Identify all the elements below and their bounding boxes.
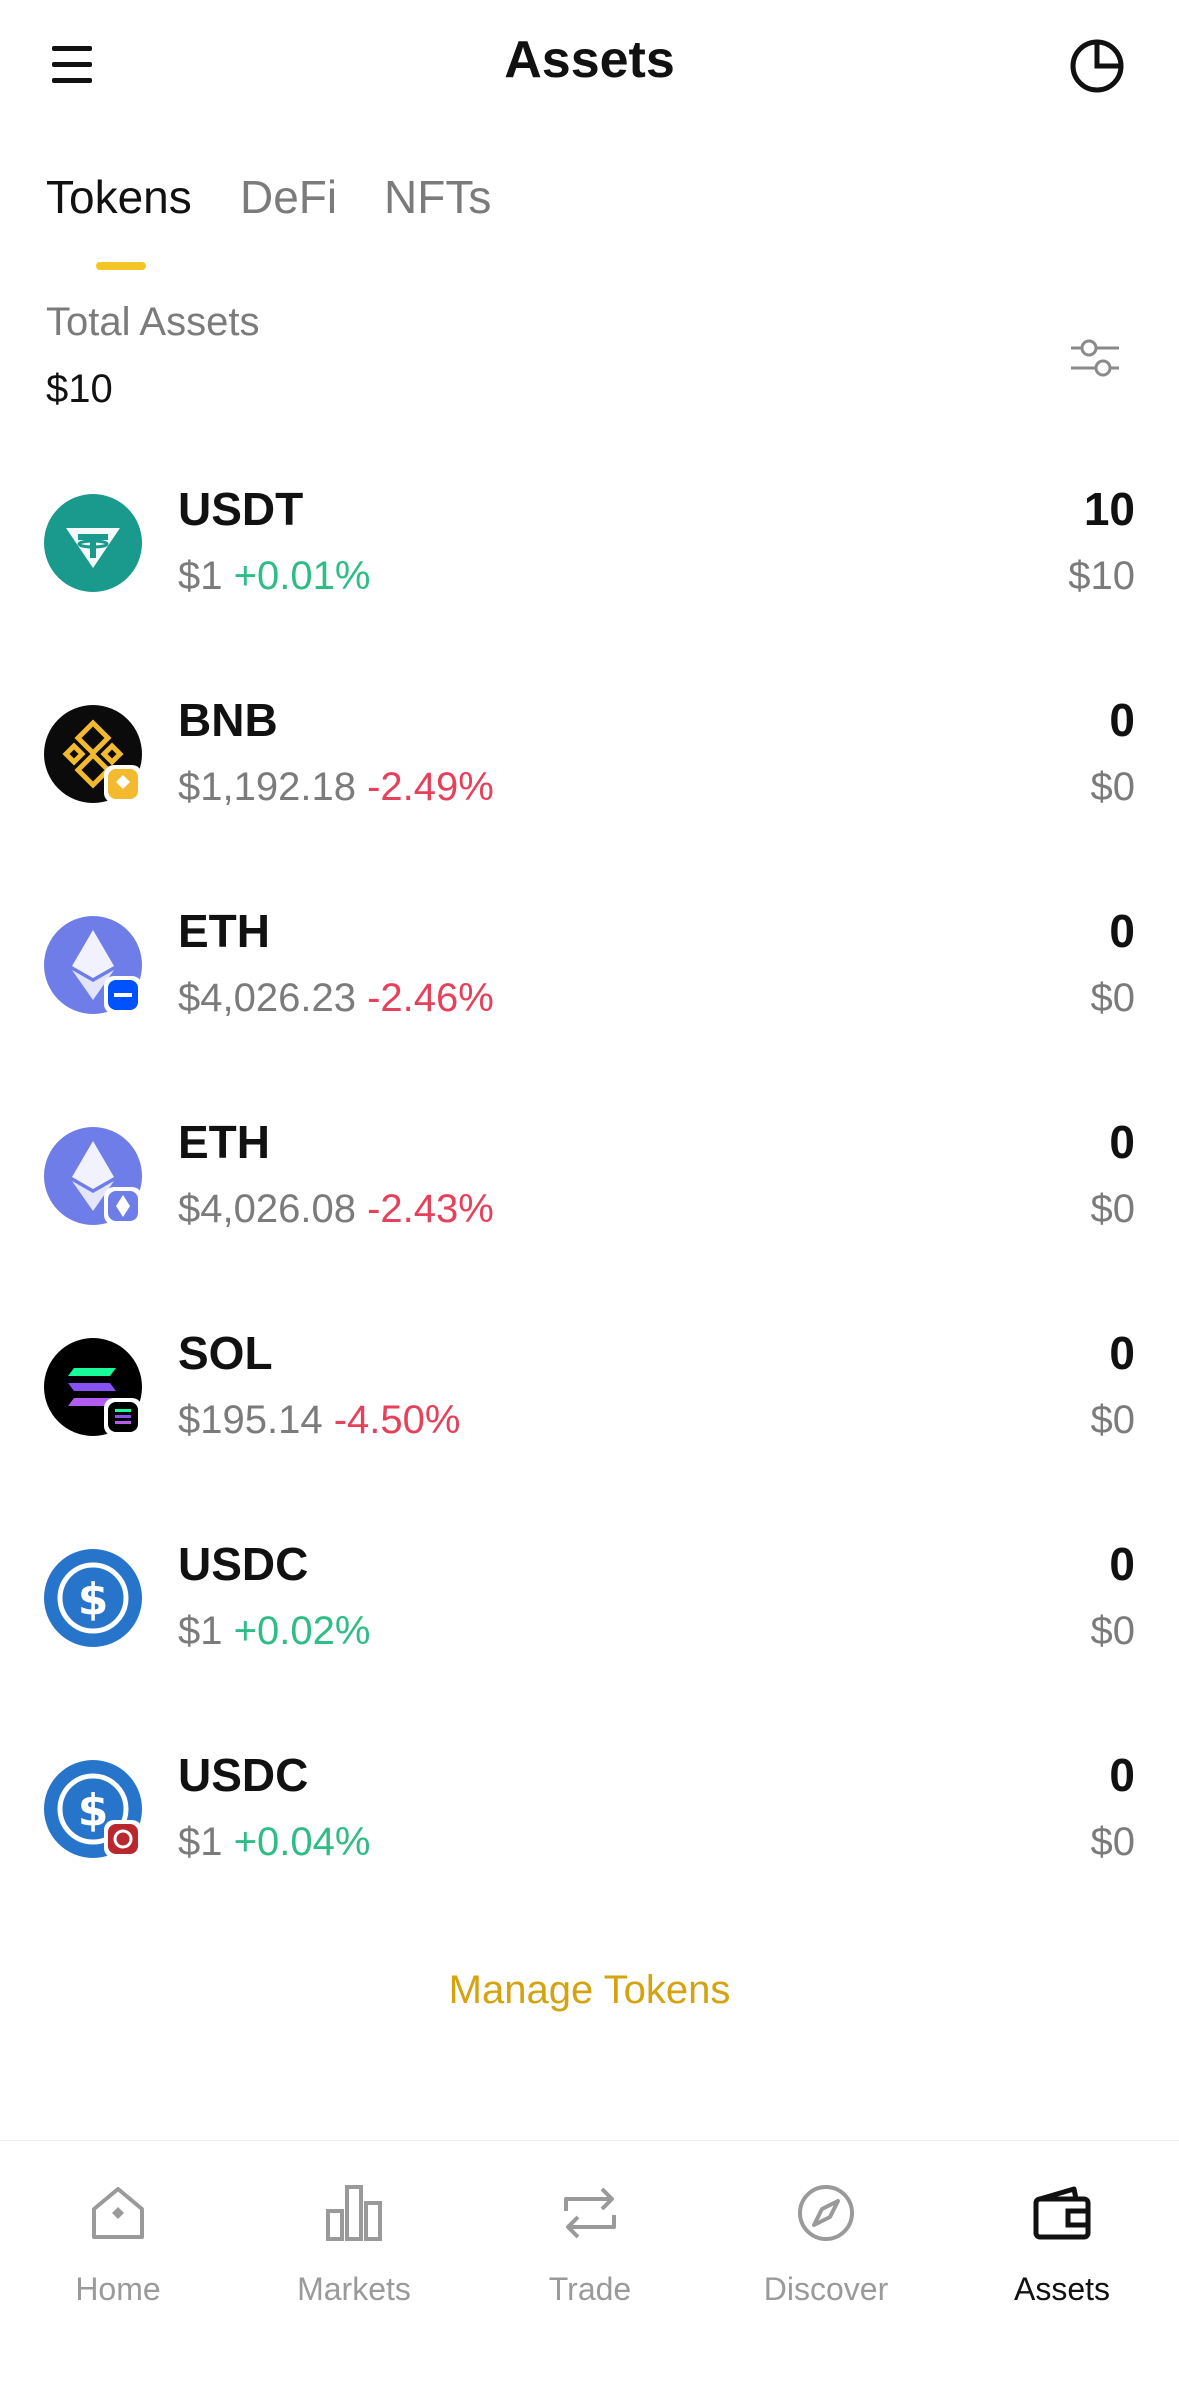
svg-text:$: $ [78,1574,109,1625]
token-price: $4,026.23 [178,976,356,1020]
nav-home-label: Home [75,2271,161,2307]
bar-chart-icon [326,2185,382,2241]
usdt-icon [44,494,142,592]
token-change: +0.01% [233,554,371,598]
nav-home[interactable]: Home [28,2171,208,2331]
nav-assets-label: Assets [1013,2271,1111,2307]
token-price-line: $1 +0.02% [178,1609,370,1654]
token-amount: 10 [1083,483,1135,535]
token-row-eth[interactable]: ETH $4,026.23 -2.46% 0 $0 [0,882,1179,1092]
token-change: -2.43% [367,1187,494,1231]
nav-trade[interactable]: Trade [500,2171,680,2331]
swap-arrows-icon [564,2187,616,2239]
nav-trade-label: Trade [548,2271,632,2307]
token-symbol: SOL [178,1327,273,1379]
tab-nfts[interactable]: NFTs [384,170,491,224]
token-amount: 0 [1109,1538,1135,1590]
token-symbol: USDT [178,483,304,535]
token-value: $10 [1068,554,1135,598]
token-change: +0.04% [233,1820,371,1864]
token-change: -2.49% [367,765,494,809]
bnb-icon [44,705,142,803]
token-amount: 0 [1109,1116,1135,1168]
eth-icon [44,1127,142,1225]
nav-discover[interactable]: Discover [736,2171,916,2331]
token-row-usdc[interactable]: $ USDC $1 +0.02% 0 $0 [0,1515,1179,1725]
nav-markets[interactable]: Markets [264,2171,444,2331]
eth-icon [44,916,142,1014]
token-value: $0 [1090,1398,1136,1442]
token-price-line: $1 +0.04% [178,1820,370,1865]
token-row-sol[interactable]: SOL $195.14 -4.50% 0 $0 [0,1304,1179,1514]
asset-tabs: Tokens DeFi NFTs [46,170,746,280]
token-price: $1 [178,1609,223,1653]
token-price-line: $1 +0.01% [178,554,370,599]
nav-discover-label: Discover [763,2271,889,2307]
token-price: $195.14 [178,1398,323,1442]
home-icon [92,2187,144,2239]
token-amount: 0 [1109,1327,1135,1379]
total-assets-value: $10 [46,367,113,411]
token-price: $1 [178,1820,223,1864]
token-price: $1,192.18 [178,765,356,809]
token-symbol: ETH [178,1116,270,1168]
token-amount: 0 [1109,694,1135,746]
usdc-icon: $ [44,1549,142,1647]
nav-assets[interactable]: Assets [972,2171,1152,2331]
active-tab-indicator [96,262,146,270]
token-value: $0 [1090,1609,1136,1653]
total-assets-label: Total Assets [46,300,260,344]
token-price-line: $4,026.08 -2.43% [178,1187,494,1232]
token-row-usdt[interactable]: USDT $1 +0.01% 10 $10 [0,460,1179,670]
pie-chart-icon[interactable] [1067,36,1127,96]
page-title: Assets [504,31,675,89]
tab-defi[interactable]: DeFi [240,170,337,224]
token-price-line: $1,192.18 -2.49% [178,765,494,810]
token-symbol: USDC [178,1538,309,1590]
total-assets: Total Assets $10 [46,300,259,412]
token-amount: 0 [1109,1749,1135,1801]
token-value: $0 [1090,1187,1136,1231]
tab-tokens[interactable]: Tokens [46,170,192,224]
top-bar: Assets [0,0,1179,130]
sliders-icon[interactable] [1067,330,1123,386]
token-value: $0 [1090,976,1136,1020]
token-value: $0 [1090,1820,1136,1864]
token-price-line: $195.14 -4.50% [178,1398,460,1443]
token-value: $0 [1090,765,1136,809]
bottom-nav: Home Markets Trade Discover Assets [0,2140,1179,2396]
token-row-eth[interactable]: ETH $4,026.08 -2.43% 0 $0 [0,1093,1179,1303]
token-price-line: $4,026.23 -2.46% [178,976,494,1021]
sol-icon [44,1338,142,1436]
token-change: +0.02% [233,1609,371,1653]
token-row-usdc[interactable]: $ USDC $1 +0.04% 0 $0 [0,1726,1179,1936]
token-change: -2.46% [367,976,494,1020]
token-amount: 0 [1109,905,1135,957]
wallet-icon [1033,2186,1091,2240]
svg-text:$: $ [78,1785,109,1836]
token-row-bnb[interactable]: BNB $1,192.18 -2.49% 0 $0 [0,671,1179,881]
usdc-icon: $ [44,1760,142,1858]
token-price: $4,026.08 [178,1187,356,1231]
token-symbol: USDC [178,1749,309,1801]
token-price: $1 [178,554,223,598]
token-change: -4.50% [333,1398,461,1442]
token-symbol: BNB [178,694,278,746]
compass-icon [798,2185,854,2241]
manage-tokens-link[interactable]: Manage Tokens [0,1968,1179,2013]
token-symbol: ETH [178,905,270,957]
nav-markets-label: Markets [297,2271,411,2307]
